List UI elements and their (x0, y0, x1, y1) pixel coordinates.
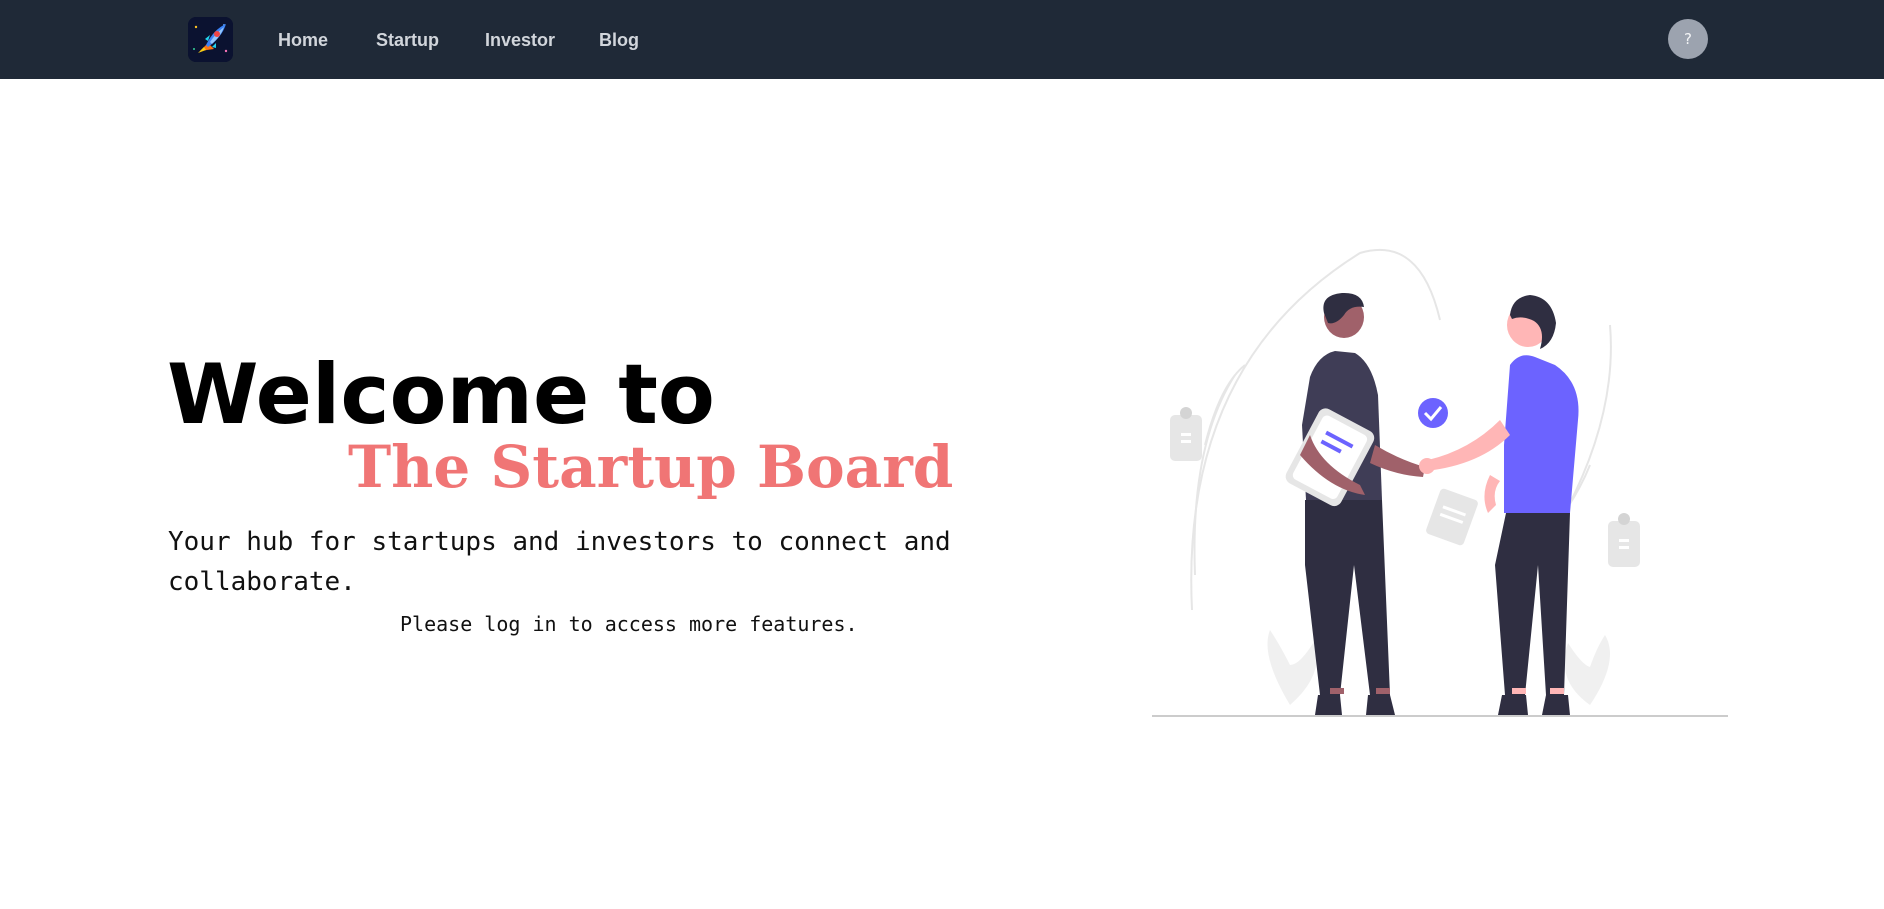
clipboard-icon-left (1170, 407, 1202, 461)
hero-subtitle: Your hub for startups and investors to c… (168, 527, 951, 597)
nav-investor[interactable]: Investor (485, 28, 555, 52)
hero-brand: The Startup Board (348, 433, 954, 501)
login-note: Please log in to access more features. (400, 612, 858, 636)
navbar: Home Startup Investor Blog ? (0, 0, 1884, 79)
clipboard-icon-right (1608, 513, 1640, 567)
nav-home[interactable]: Home (278, 28, 328, 52)
nav-startup[interactable]: Startup (376, 28, 439, 52)
hero-title: Welcome to (167, 346, 715, 443)
handshake-illustration (1150, 245, 1730, 725)
rocket-logo[interactable] (188, 17, 233, 62)
help-avatar-button[interactable]: ? (1668, 19, 1708, 59)
nav-blog[interactable]: Blog (599, 28, 639, 52)
